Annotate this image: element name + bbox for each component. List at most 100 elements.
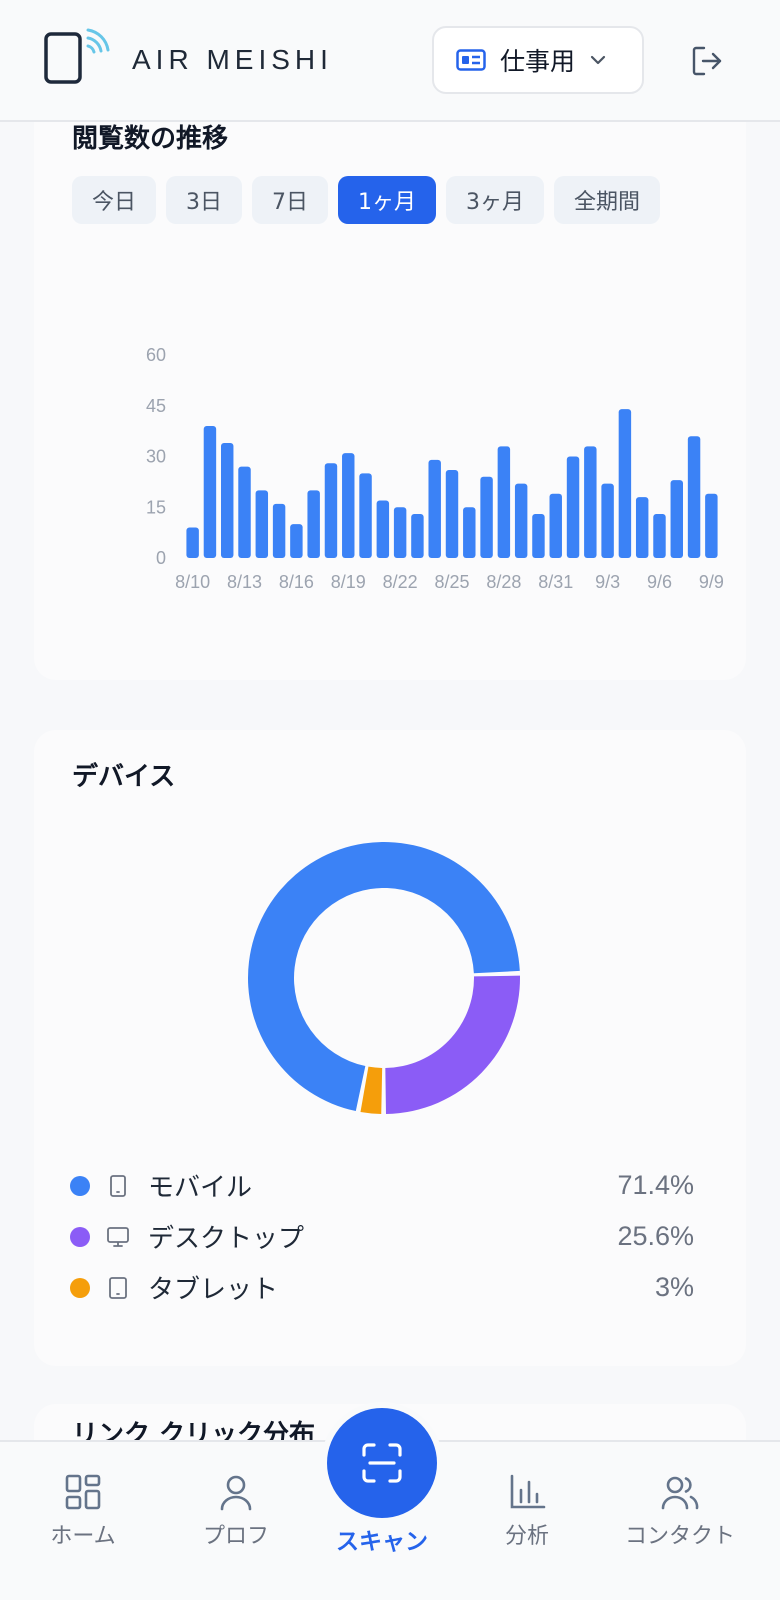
bar[interactable] [238, 466, 251, 558]
device-legend: モバイル 71.4% デスクトップ 25.6% タブレット 3% [70, 1160, 694, 1313]
bar[interactable] [532, 514, 545, 558]
x-tick-label: 8/28 [486, 572, 521, 592]
tab-3months[interactable]: 3ヶ月 [446, 176, 545, 224]
legend-label: デスクトップ [148, 1224, 305, 1254]
nav-scan-label[interactable]: スキャン [322, 1522, 442, 1556]
bar[interactable] [411, 514, 424, 558]
y-tick-label: 15 [146, 497, 166, 517]
bar[interactable] [463, 507, 476, 558]
x-tick-label: 8/19 [331, 572, 366, 592]
bar[interactable] [549, 493, 562, 558]
logout-icon[interactable] [690, 44, 724, 78]
bar[interactable] [376, 500, 390, 558]
views-trend-title: 閲覧数の推移 [72, 124, 229, 154]
bar[interactable] [428, 459, 441, 558]
device-card: デバイス モバイル 71.4% デスクトップ 25.6% タブレット 3% [34, 730, 746, 1366]
app-name: AIR MEISHI [132, 44, 333, 75]
donut-slice-desktop[interactable] [385, 975, 520, 1114]
legend-label: タブレット [148, 1275, 279, 1305]
x-tick-label: 8/13 [227, 572, 262, 592]
bar[interactable] [221, 442, 234, 558]
bar[interactable] [359, 473, 372, 558]
x-tick-label: 8/10 [175, 572, 210, 592]
phone-nfc-logo [44, 28, 110, 84]
legend-item-desktop: デスクトップ 25.6% [70, 1211, 694, 1262]
bar[interactable] [566, 456, 580, 559]
views-trend-card: 閲覧数の推移 今日 3日 7日 1ヶ月 3ヶ月 全期間 0 15 30 45 60 8/1… [34, 90, 746, 680]
views-bar-chart: 0 15 30 45 60 8/10 8/13 8/16 8/19 8/22 8/25 8/28 8/3… [146, 345, 724, 592]
profile-selector[interactable]: 仕事用 [432, 26, 644, 94]
scan-icon [362, 1443, 402, 1483]
bar[interactable] [445, 470, 459, 558]
y-tick-label: 30 [146, 447, 166, 467]
x-tick-label: 9/6 [647, 572, 672, 592]
scan-button[interactable] [327, 1408, 437, 1518]
bar[interactable] [584, 446, 597, 558]
legend-value: 3% [654, 1272, 694, 1302]
nav-analytics[interactable]: 分析 [457, 1472, 597, 1550]
bar[interactable] [670, 480, 683, 558]
bar[interactable] [272, 503, 286, 558]
app-header: AIR MEISHI 仕事用 [0, 0, 780, 122]
bar[interactable] [393, 507, 407, 558]
x-tick-label: 8/22 [383, 572, 418, 592]
bar[interactable] [514, 483, 528, 558]
nav-contacts-label: コンタクト [624, 1524, 735, 1549]
bar[interactable] [255, 490, 269, 558]
nav-home-label: ホーム [50, 1524, 116, 1549]
x-tick-label: 8/16 [279, 572, 314, 592]
tab-all-time[interactable]: 全期間 [554, 176, 661, 224]
tab-3days[interactable]: 3日 [166, 176, 243, 224]
bar[interactable] [307, 490, 320, 558]
profile-selector-label: 仕事用 [500, 47, 576, 76]
donut-slice-tablet[interactable] [360, 1066, 383, 1114]
user-icon [220, 1475, 252, 1511]
nav-profile[interactable]: プロフ [166, 1472, 306, 1550]
bar[interactable] [324, 463, 338, 558]
bar[interactable] [186, 527, 199, 558]
tab-today[interactable]: 今日 [72, 176, 157, 224]
monitor-icon [107, 1226, 129, 1247]
bar[interactable] [480, 476, 493, 558]
bar[interactable] [342, 453, 355, 558]
x-tick-label: 8/25 [434, 572, 469, 592]
id-card-icon [456, 49, 486, 71]
x-tick-label: 8/31 [538, 572, 573, 592]
nav-analytics-label: 分析 [504, 1524, 549, 1549]
bar[interactable] [618, 409, 632, 558]
y-tick-label: 45 [146, 396, 166, 416]
legend-dot [70, 1175, 90, 1196]
nav-home[interactable]: ホーム [13, 1472, 153, 1550]
bar[interactable] [705, 493, 718, 558]
nav-contacts[interactable]: コンタクト [610, 1472, 750, 1550]
bar[interactable] [601, 483, 614, 558]
bar[interactable] [687, 436, 701, 558]
legend-label: モバイル [148, 1173, 253, 1203]
legend-dot [70, 1277, 90, 1298]
x-tick-label: 9/3 [595, 572, 620, 592]
tablet-icon [109, 1276, 127, 1299]
bar[interactable] [203, 426, 217, 558]
bar[interactable] [497, 446, 511, 558]
y-tick-label: 60 [146, 345, 166, 365]
bar[interactable] [290, 524, 303, 558]
chevron-down-icon [590, 55, 606, 65]
period-tabs: 今日 3日 7日 1ヶ月 3ヶ月 全期間 [72, 176, 661, 224]
users-icon [661, 1476, 699, 1510]
x-tick-label: 9/9 [699, 572, 724, 592]
bottom-nav: ホーム プロフ スキャン 分析 コンタクト [0, 1408, 780, 1600]
legend-item-tablet: タブレット 3% [70, 1262, 694, 1313]
bar[interactable] [635, 497, 649, 558]
nav-profile-label: プロフ [202, 1524, 269, 1549]
legend-value: 71.4% [617, 1170, 694, 1200]
tab-1month[interactable]: 1ヶ月 [338, 176, 437, 224]
y-tick-label: 0 [156, 548, 166, 568]
tab-7days[interactable]: 7日 [252, 176, 329, 224]
device-donut-chart [248, 842, 520, 1114]
legend-item-mobile: モバイル 71.4% [70, 1160, 694, 1211]
smartphone-icon [110, 1174, 126, 1197]
grid-icon [65, 1474, 101, 1510]
legend-value: 25.6% [617, 1221, 694, 1251]
bar-chart-icon [510, 1474, 546, 1509]
bar[interactable] [653, 514, 666, 558]
